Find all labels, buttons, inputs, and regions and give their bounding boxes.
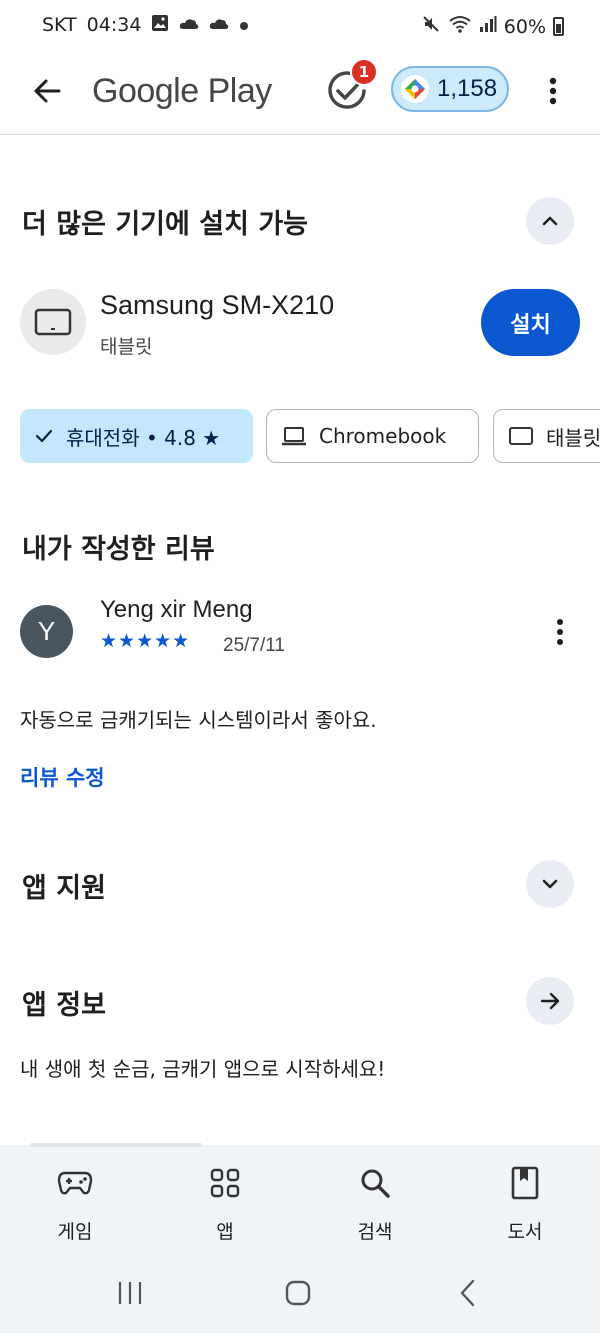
app-title: Google Play <box>92 72 272 110</box>
carrier-label: SKT <box>42 14 77 36</box>
my-review-title: 내가 작성한 리뷰 <box>22 534 215 565</box>
system-navigation-bar <box>0 1255 600 1333</box>
review-card: Y Yeng xir Meng ★★★★★ 25/7/11 <box>20 596 580 666</box>
cloud-icon-2 <box>209 16 229 35</box>
more-vert-icon <box>557 619 563 645</box>
chevron-left-icon <box>460 1279 475 1307</box>
play-points-chip[interactable]: 1,158 <box>391 66 509 112</box>
app-info-title: 앱 정보 <box>22 990 106 1021</box>
mute-icon <box>421 14 441 39</box>
tablet-icon <box>509 427 533 445</box>
play-points-icon <box>401 75 429 103</box>
more-options-button[interactable] <box>530 68 576 114</box>
laptop-icon <box>282 427 306 446</box>
check-icon <box>35 429 53 443</box>
device-row: Samsung SM-X210 태블릿 설치 <box>20 288 580 358</box>
app-support-title: 앱 지원 <box>22 873 106 904</box>
install-button[interactable]: 설치 <box>481 289 580 356</box>
collapse-install-section-button[interactable] <box>526 197 574 245</box>
avatar: Y <box>20 605 73 658</box>
tablet-icon <box>34 308 72 336</box>
chevron-down-icon <box>542 879 558 889</box>
review-date: 25/7/11 <box>223 635 285 656</box>
chip-label: 휴대전화 • 4.8 ★ <box>66 425 221 450</box>
arrow-back-icon <box>34 79 61 103</box>
recent-apps-button[interactable] <box>110 1275 150 1311</box>
device-chips: 휴대전화 • 4.8 ★ Chromebook 태블릿 <box>20 409 600 464</box>
chip-label: Chromebook <box>319 424 447 448</box>
search-icon <box>351 1163 399 1203</box>
home-button[interactable] <box>278 1275 318 1311</box>
chip-chromebook[interactable]: Chromebook <box>266 409 479 463</box>
nav-label: 도서 <box>507 1221 543 1243</box>
wifi-icon <box>448 14 472 39</box>
chip-tablet[interactable]: 태블릿 <box>493 409 600 463</box>
more-vert-icon <box>549 77 557 105</box>
expand-app-support-button[interactable] <box>526 860 574 908</box>
clock: 04:34 <box>86 14 142 36</box>
chevron-up-icon <box>542 216 558 226</box>
tablet-icon-circle <box>20 289 86 355</box>
reviewer-name: Yeng xir Meng <box>100 596 253 623</box>
play-points-value: 1,158 <box>437 75 498 102</box>
battery-label: 60% <box>503 15 546 38</box>
book-icon <box>501 1163 549 1203</box>
install-section-title: 더 많은 기기에 설치 가능 <box>22 209 308 240</box>
top-app-bar: Google Play 1 1,158 <box>0 52 600 134</box>
nav-label: 게임 <box>57 1221 93 1243</box>
chip-label: 태블릿 <box>546 425 600 450</box>
scroll-peek-bar <box>30 1143 202 1147</box>
system-back-button[interactable] <box>448 1275 488 1311</box>
review-body: 자동으로 금캐기되는 시스템이라서 좋아요. <box>20 708 377 732</box>
nav-item-games[interactable]: 게임 <box>0 1145 150 1255</box>
battery-icon <box>553 17 564 36</box>
arrow-forward-icon <box>540 992 560 1010</box>
edit-review-link[interactable]: 리뷰 수정 <box>20 762 105 792</box>
signal-icon <box>479 15 497 38</box>
apps-grid-icon <box>201 1163 249 1203</box>
star-rating: ★★★★★ <box>100 630 191 652</box>
nav-item-apps[interactable]: 앱 <box>150 1145 300 1255</box>
notification-badge: 1 <box>350 58 378 86</box>
app-info-description: 내 생애 첫 순금, 금캐기 앱으로 시작하세요! <box>20 1057 386 1081</box>
status-bar: SKT 04:34 60% <box>0 0 600 52</box>
review-more-options-button[interactable] <box>540 610 580 654</box>
bottom-navigation: 게임 앱 검색 도서 <box>0 1145 600 1255</box>
cloud-icon <box>179 16 199 35</box>
back-button[interactable] <box>22 66 72 116</box>
device-type: 태블릿 <box>100 336 153 358</box>
open-app-info-button[interactable] <box>526 977 574 1025</box>
home-icon <box>285 1280 311 1306</box>
nav-item-search[interactable]: 검색 <box>300 1145 450 1255</box>
notification-dot-icon <box>239 16 249 35</box>
app-bar-divider <box>0 134 600 135</box>
device-name: Samsung SM-X210 <box>100 290 335 320</box>
recent-apps-icon <box>118 1282 142 1304</box>
nav-item-books[interactable]: 도서 <box>450 1145 600 1255</box>
nav-label: 앱 <box>216 1221 234 1243</box>
nav-label: 검색 <box>357 1221 393 1243</box>
gallery-icon <box>151 14 169 36</box>
chip-phone[interactable]: 휴대전화 • 4.8 ★ <box>20 409 253 463</box>
gamepad-icon <box>51 1163 99 1203</box>
